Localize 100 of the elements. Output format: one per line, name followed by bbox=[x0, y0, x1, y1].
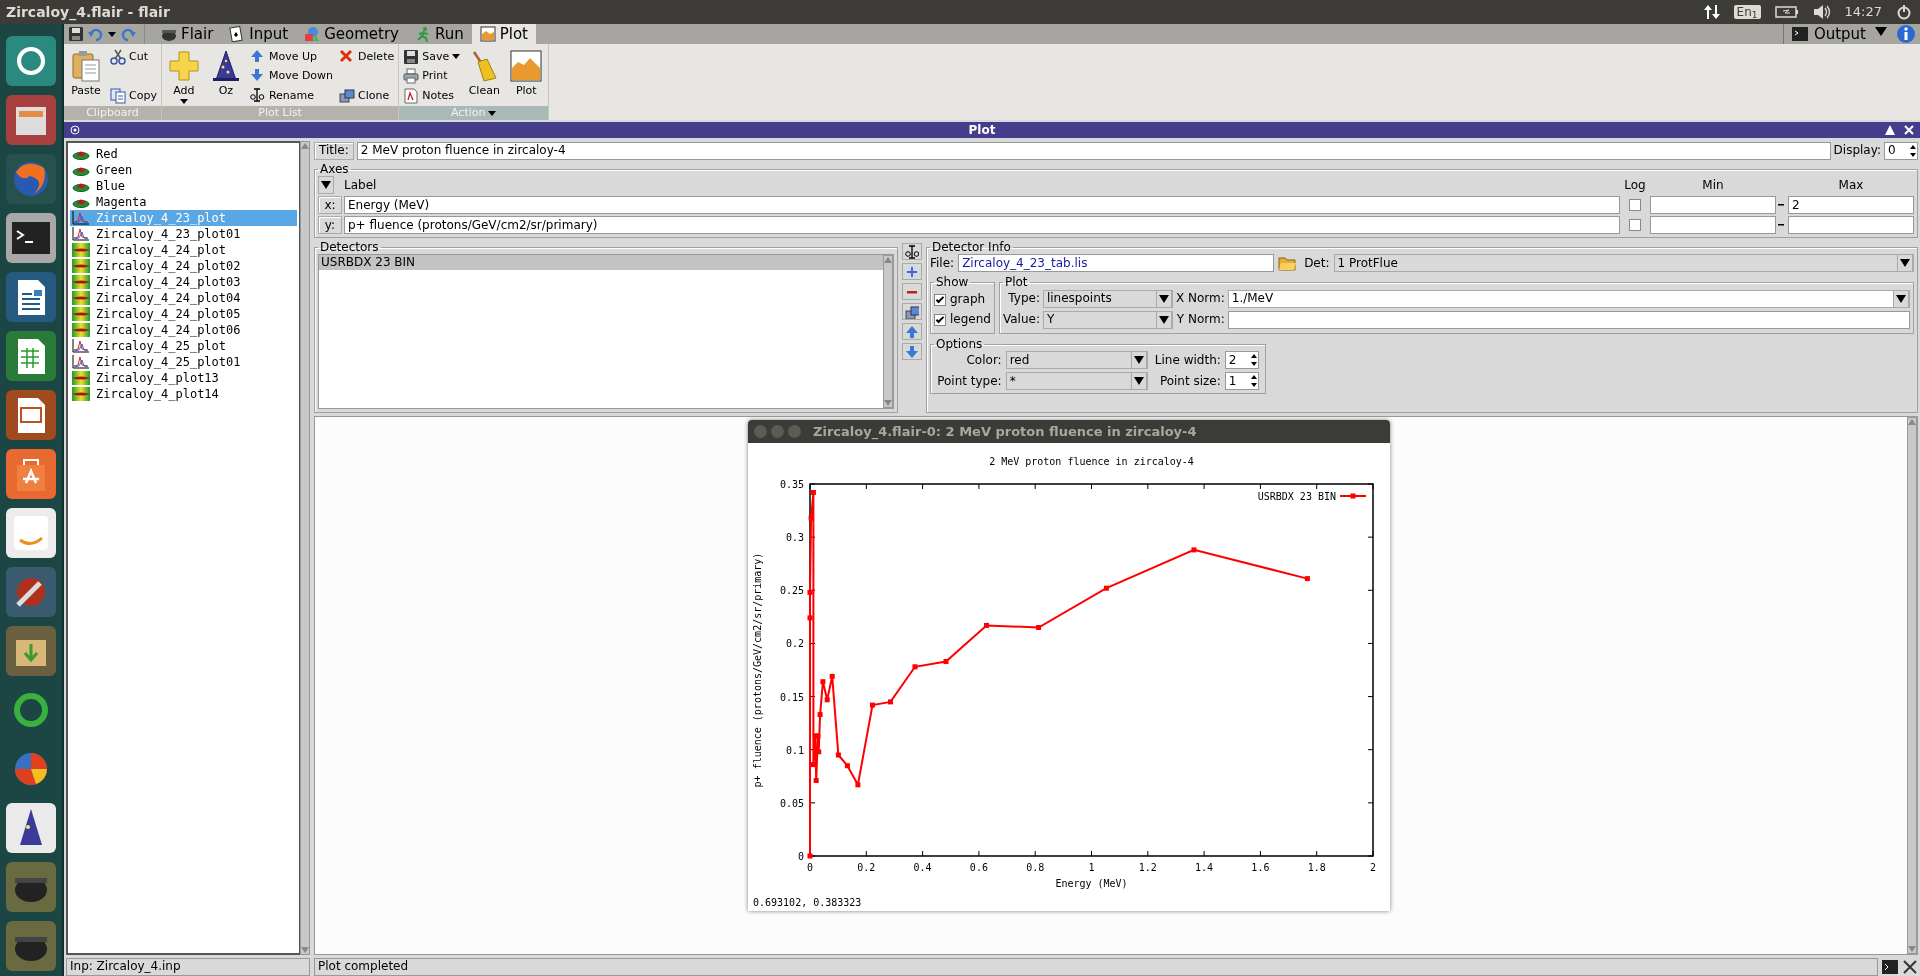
legend-label: USRBDX 23 BIN bbox=[1257, 491, 1336, 503]
keyboard-indicator[interactable]: En$_{1}$ bbox=[1733, 4, 1761, 20]
arrow-down-icon[interactable] bbox=[905, 344, 919, 359]
dropdown-caret-icon[interactable] bbox=[488, 110, 497, 116]
toolbar-button[interactable]: Move Up bbox=[249, 48, 334, 65]
detector-dropdown[interactable]: 1 ProtFlue bbox=[1333, 254, 1914, 273]
arrow-up-icon[interactable] bbox=[905, 324, 919, 339]
terminal-icon[interactable] bbox=[1882, 958, 1898, 975]
plot-list-item[interactable]: Zircaloy_4_24_plot04 bbox=[70, 290, 297, 306]
dropdown-arrow-icon[interactable] bbox=[1874, 24, 1888, 38]
title-field[interactable]: 2 MeV proton fluence in zircaloy-4 bbox=[356, 141, 1831, 160]
pot-icon[interactable] bbox=[6, 921, 56, 971]
toolbar-button[interactable]: Clean bbox=[466, 46, 503, 106]
ribbon-tab[interactable]: Plot bbox=[471, 24, 536, 44]
battery-icon[interactable] bbox=[1774, 5, 1799, 19]
plus-icon[interactable] bbox=[907, 266, 917, 277]
toolbar-button[interactable]: Add bbox=[165, 46, 202, 106]
max-field[interactable]: 2 bbox=[1788, 196, 1914, 215]
toolbar-button[interactable]: Cut bbox=[110, 48, 157, 65]
scrollbar[interactable] bbox=[300, 141, 310, 955]
toolbar-button[interactable]: Oz bbox=[207, 46, 244, 106]
clone-icon[interactable] bbox=[905, 304, 919, 319]
ribbon-tab[interactable]: Input bbox=[221, 24, 297, 44]
color-dropdown[interactable]: red bbox=[1005, 350, 1148, 369]
hat-icon[interactable] bbox=[6, 803, 56, 853]
max-field[interactable] bbox=[1788, 216, 1914, 235]
display-spinbox[interactable]: 0 bbox=[1884, 141, 1918, 160]
plot-list-item[interactable]: Zircaloy_4_24_plot05 bbox=[70, 306, 297, 322]
group-label: Clipboard bbox=[86, 106, 139, 120]
text-cursor-icon[interactable] bbox=[905, 244, 919, 259]
document-icon[interactable] bbox=[6, 272, 56, 322]
toolbar-button[interactable]: Notes bbox=[403, 87, 461, 104]
min-field[interactable] bbox=[1650, 216, 1776, 235]
box-icon[interactable] bbox=[6, 626, 56, 676]
axis-button[interactable]: x: bbox=[318, 196, 342, 215]
log-checkbox[interactable] bbox=[1629, 199, 1641, 212]
y-norm-field[interactable] bbox=[1227, 310, 1910, 329]
ribbon-tab[interactable]: Geometry bbox=[296, 24, 407, 44]
globe-icon[interactable] bbox=[6, 154, 56, 204]
toolbar-button[interactable]: Print bbox=[403, 67, 461, 85]
terminal-icon[interactable] bbox=[6, 213, 56, 263]
toolbar-button[interactable]: Paste bbox=[68, 46, 104, 106]
power-icon[interactable] bbox=[1896, 4, 1912, 20]
axis-button[interactable]: y: bbox=[318, 216, 342, 235]
plot-list-item[interactable]: Red bbox=[70, 146, 297, 162]
min-field[interactable] bbox=[1650, 196, 1776, 215]
point-type-dropdown[interactable]: * bbox=[1005, 371, 1148, 390]
toolbar-button[interactable]: Rename bbox=[249, 87, 334, 104]
drawer-icon[interactable] bbox=[6, 95, 56, 145]
ribbon-tab[interactable]: Run bbox=[406, 24, 472, 44]
plot-list-item[interactable]: Blue bbox=[70, 178, 297, 194]
pot-icon[interactable] bbox=[6, 862, 56, 912]
checkbox-option[interactable]: legend bbox=[934, 309, 991, 330]
plot-list-item[interactable]: Zircaloy_4_25_plot01 bbox=[70, 354, 297, 370]
toolbar-button[interactable]: Copy bbox=[110, 87, 157, 104]
plot-list-item[interactable]: Zircaloy_4_24_plot03 bbox=[70, 274, 297, 290]
axis-label-field[interactable]: Energy (MeV) bbox=[344, 196, 1620, 215]
maximize-icon[interactable] bbox=[1884, 124, 1896, 136]
point-size-spinbox[interactable]: 1 bbox=[1224, 371, 1259, 390]
save-icon[interactable] bbox=[68, 26, 84, 42]
plot-list-item[interactable]: Magenta bbox=[70, 194, 297, 210]
tools-icon[interactable] bbox=[1902, 958, 1918, 975]
toolbar-button[interactable]: Plot bbox=[508, 46, 545, 106]
type-dropdown[interactable]: linespoints bbox=[1042, 289, 1173, 308]
line-width-spinbox[interactable]: 2 bbox=[1224, 350, 1259, 369]
toolbar-button[interactable]: Save bbox=[403, 48, 461, 65]
network-icon[interactable] bbox=[1703, 4, 1720, 20]
detector-item[interactable]: USRBDX 23 BIN bbox=[319, 255, 883, 271]
axis-label-field[interactable]: p+ fluence (protons/GeV/cm2/sr/primary) bbox=[344, 216, 1620, 235]
plot-list-item[interactable]: Zircaloy_4_24_plot bbox=[70, 242, 297, 258]
spreadsheet-icon[interactable] bbox=[6, 331, 56, 381]
dropdown-button[interactable] bbox=[318, 176, 334, 195]
bag-icon[interactable] bbox=[6, 449, 56, 499]
data-point bbox=[824, 697, 830, 703]
speaker-icon[interactable] bbox=[1812, 4, 1831, 20]
scrollbar[interactable] bbox=[883, 255, 893, 409]
plot-list-item[interactable]: Zircaloy_4_plot14 bbox=[70, 386, 297, 402]
plot-list-item[interactable]: Green bbox=[70, 162, 297, 178]
clock[interactable]: 14:27 bbox=[1844, 4, 1882, 20]
toolbar-button[interactable]: Delete bbox=[339, 48, 395, 65]
log-checkbox[interactable] bbox=[1629, 219, 1641, 232]
plot-list-item[interactable]: Zircaloy_4_25_plot bbox=[70, 338, 297, 354]
plot-list-item[interactable]: Zircaloy_4_24_plot02 bbox=[70, 258, 297, 274]
plot-list-item[interactable]: Zircaloy_4_23_plot01 bbox=[70, 226, 297, 242]
value-dropdown[interactable]: Y bbox=[1042, 310, 1173, 329]
checkbox-option[interactable]: graph bbox=[934, 289, 991, 310]
file-field[interactable]: Zircaloy_4_23_tab.lis bbox=[958, 254, 1275, 273]
toolbar-button[interactable]: Clone bbox=[339, 87, 395, 104]
logo-icon[interactable] bbox=[6, 36, 56, 86]
pin-icon[interactable] bbox=[70, 125, 80, 135]
toolbar-button[interactable]: Move Down bbox=[249, 67, 334, 85]
plot-list-item[interactable]: Zircaloy_4_plot13 bbox=[70, 370, 297, 386]
close-icon[interactable] bbox=[1904, 125, 1914, 135]
presentation-icon[interactable] bbox=[6, 390, 56, 440]
ribbon-tab[interactable]: Flair bbox=[153, 24, 222, 44]
dropdown-caret-icon[interactable] bbox=[108, 31, 116, 37]
info-icon[interactable] bbox=[1896, 24, 1916, 44]
plot-list-item[interactable]: Zircaloy_4_24_plot06 bbox=[70, 322, 297, 338]
x-norm-dropdown[interactable]: 1./MeV bbox=[1227, 289, 1910, 308]
scrollbar[interactable] bbox=[1907, 417, 1917, 954]
